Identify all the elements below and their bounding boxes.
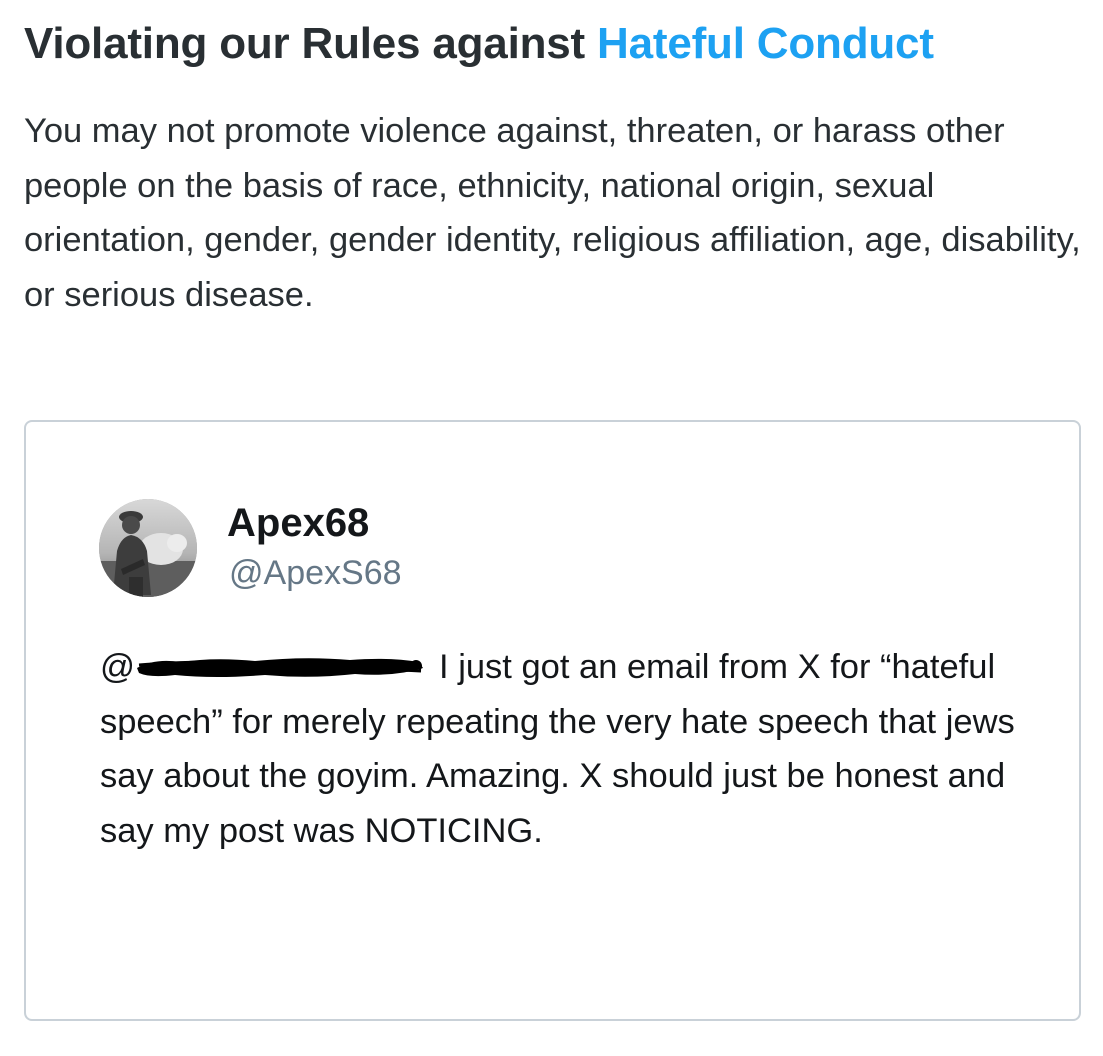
rule-description: You may not promote violence against, th…	[24, 112, 1081, 314]
redaction-scribble-icon	[137, 658, 424, 677]
mention-at-sign: @	[100, 648, 136, 686]
tweet-text: @ I just got an email from X for “hatefu…	[100, 640, 1060, 858]
hateful-conduct-link[interactable]: Hateful Conduct	[597, 19, 934, 68]
avatar[interactable]	[99, 499, 197, 597]
quoted-tweet-card[interactable]: Apex68 @ApexS68 @ I just got an email fr…	[24, 420, 1081, 1021]
avatar-photo-icon	[99, 499, 197, 597]
redacted-mention[interactable]: @	[100, 640, 439, 695]
rule-heading-prefix: Violating our Rules against	[24, 19, 598, 68]
user-handle[interactable]: @ApexS68	[229, 552, 402, 594]
rule-heading: Violating our Rules against Hateful Cond…	[24, 14, 934, 74]
display-name[interactable]: Apex68	[227, 499, 369, 547]
